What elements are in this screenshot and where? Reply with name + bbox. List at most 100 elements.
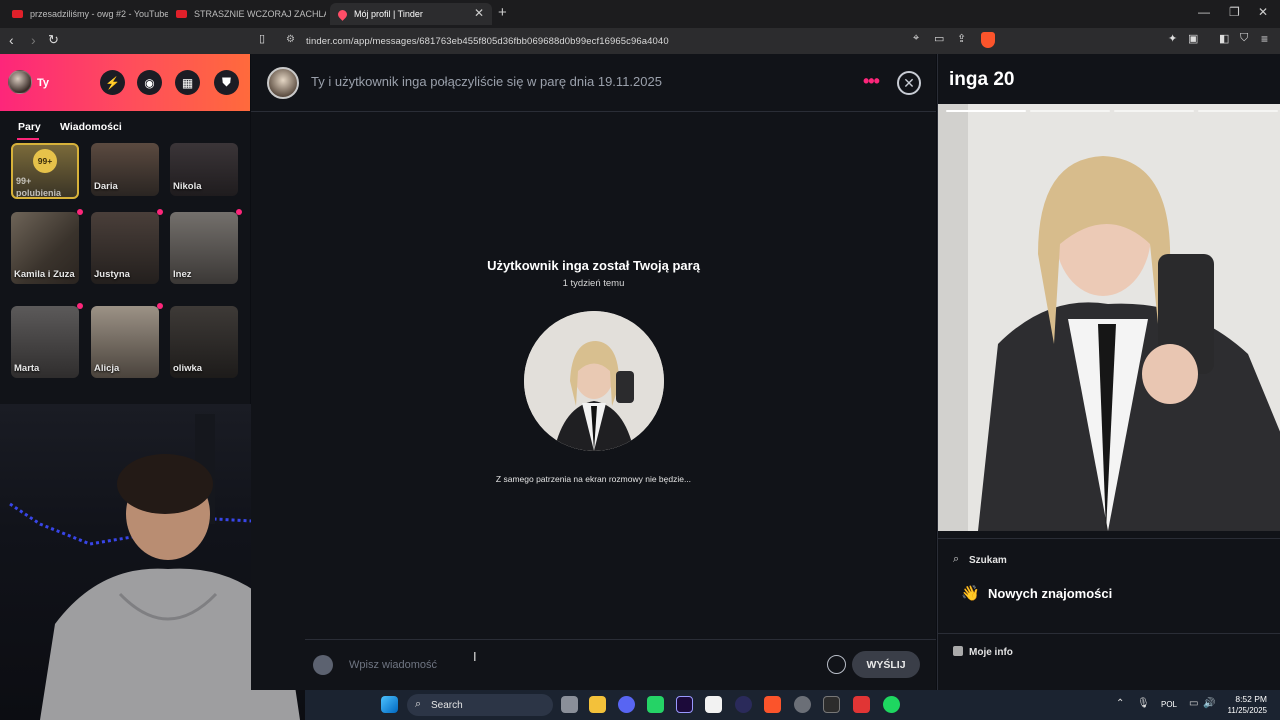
- match-card[interactable]: Inez: [170, 212, 238, 284]
- unread-dot: [236, 209, 242, 215]
- close-window-button[interactable]: ✕: [1258, 5, 1268, 19]
- match-name: Inez: [173, 269, 192, 280]
- spotify-icon[interactable]: [883, 696, 900, 713]
- capcut-icon[interactable]: [705, 696, 722, 713]
- browser-tab-youtube-2[interactable]: STRASZNIE WCZORAJ ZACHLALIŚMY: [168, 3, 326, 25]
- profile-photo[interactable]: [938, 104, 1280, 531]
- match-card[interactable]: Marta: [11, 306, 79, 378]
- gif-icon[interactable]: [313, 655, 333, 675]
- browser-tab-youtube-1[interactable]: przesadziliśmy - owg #2 - YouTube: [4, 3, 168, 25]
- user-label[interactable]: Ty: [37, 77, 49, 89]
- bookmark-icon[interactable]: ▯: [259, 32, 265, 45]
- forward-button[interactable]: ›: [31, 32, 36, 48]
- tab-title: przesadziliśmy - owg #2 - YouTube: [30, 9, 168, 19]
- briefcase-icon[interactable]: ▦: [175, 70, 200, 95]
- clock-date[interactable]: 11/25/2025: [1211, 706, 1267, 715]
- new-tab-button[interactable]: +: [498, 4, 507, 21]
- menu-icon[interactable]: ≡: [1261, 32, 1268, 46]
- task-view-icon[interactable]: [561, 696, 578, 713]
- steam-icon[interactable]: [794, 696, 811, 713]
- site-settings-icon[interactable]: ⚙: [286, 34, 295, 45]
- youtube-icon: [176, 10, 187, 18]
- match-name: Alicja: [94, 363, 120, 374]
- terminal-icon[interactable]: [823, 696, 840, 713]
- emoji-icon[interactable]: [827, 655, 846, 674]
- tab-wiadomosci[interactable]: Wiadomości: [60, 121, 122, 133]
- explore-icon[interactable]: ◉: [137, 70, 162, 95]
- taskbar-search-label: Search: [431, 699, 463, 711]
- chat-panel: Ty i użytkownik inga połączyliście się w…: [251, 54, 936, 690]
- boost-icon[interactable]: ⚡: [100, 70, 125, 95]
- brave-shields-icon[interactable]: [981, 32, 995, 48]
- clock-time[interactable]: 8:52 PM: [1227, 694, 1267, 704]
- file-explorer-icon[interactable]: [589, 696, 606, 713]
- unread-dot: [157, 303, 163, 309]
- close-tab-icon[interactable]: ✕: [474, 6, 484, 20]
- chat-hint: Z samego patrzenia na ekran rozmowy nie …: [495, 474, 692, 484]
- network-icon[interactable]: ▭: [1189, 698, 1198, 709]
- message-composer: WYŚLIJ: [305, 639, 936, 690]
- send-button[interactable]: WYŚLIJ: [852, 651, 920, 678]
- tab-title: Mój profil | Tinder: [354, 9, 423, 19]
- unread-dot: [77, 303, 83, 309]
- unread-dot: [157, 209, 163, 215]
- wallet-icon[interactable]: ▣: [1188, 32, 1198, 45]
- tray-chevron-icon[interactable]: ⌃: [1116, 698, 1124, 709]
- match-photo[interactable]: [524, 311, 664, 451]
- language-indicator[interactable]: POL: [1161, 700, 1177, 709]
- match-avatar[interactable]: [267, 67, 299, 99]
- tab-title: STRASZNIE WCZORAJ ZACHLALIŚMY: [194, 9, 326, 19]
- unread-dot: [77, 209, 83, 215]
- extensions-icon[interactable]: ✦: [1168, 32, 1177, 45]
- minimize-button[interactable]: —: [1198, 5, 1210, 19]
- back-button[interactable]: ‹: [9, 32, 14, 48]
- match-card[interactable]: Kamila i Zuza: [11, 212, 79, 284]
- likes-label: 99+ polubienia: [16, 176, 61, 198]
- cast-icon[interactable]: ▭: [934, 32, 944, 45]
- taskbar: ⌕ Search ⌃ 🎙 POL ▭ 🔊 8:52 PM 11/25/2025: [305, 690, 1280, 720]
- match-card[interactable]: Justyna: [91, 212, 159, 284]
- search-icon: ⌕: [953, 553, 960, 565]
- reload-button[interactable]: ↻: [48, 32, 59, 48]
- profile-panel: inga 20 ⌕ Szukam 👋 Nowych znajomości Moj…: [937, 54, 1280, 690]
- match-name: Daria: [94, 181, 118, 192]
- restore-button[interactable]: ❐: [1229, 5, 1240, 19]
- location-icon[interactable]: ⌖: [913, 32, 919, 45]
- address-bar[interactable]: ⚙ tinder.com/app/messages/681763eb455f80…: [278, 31, 1000, 51]
- match-card[interactable]: Daria: [91, 143, 159, 196]
- close-chat-button[interactable]: ✕: [897, 71, 921, 95]
- active-tab-indicator: [17, 138, 39, 140]
- likes-card[interactable]: 99+ 99+ polubienia: [11, 143, 79, 199]
- shield-icon[interactable]: ⛊: [214, 70, 239, 95]
- microphone-icon[interactable]: 🎙: [1137, 698, 1150, 709]
- youtube-icon: [12, 10, 23, 18]
- my-info-label: Moje info: [969, 647, 1013, 658]
- more-options-icon[interactable]: •••: [863, 71, 880, 92]
- looking-for-value: Nowych znajomości: [988, 586, 1113, 601]
- match-card[interactable]: oliwka: [170, 306, 238, 378]
- profile-header: Ty ⚡ ◉ ▦ ⛊: [0, 54, 250, 111]
- premiere-pro-icon[interactable]: [676, 696, 693, 713]
- avatar[interactable]: [8, 70, 32, 94]
- discord-icon[interactable]: [618, 696, 635, 713]
- profile-name: inga 20: [949, 69, 1015, 90]
- photo-indicator: [1114, 110, 1194, 112]
- id-card-icon: [953, 646, 963, 656]
- looking-for-label: Szukam: [969, 555, 1007, 566]
- whatsapp-icon[interactable]: [647, 696, 664, 713]
- vpn-icon[interactable]: ⛉: [1240, 32, 1248, 45]
- matches-panel: Ty ⚡ ◉ ▦ ⛊ Pary Wiadomości 99+ 99+ polub…: [0, 54, 250, 404]
- browser-tab-tinder[interactable]: Mój profil | Tinder ✕: [330, 3, 492, 25]
- obs-icon[interactable]: [735, 696, 752, 713]
- sidebar-toggle-icon[interactable]: ◧: [1219, 32, 1229, 45]
- taskbar-search[interactable]: ⌕ Search: [407, 694, 553, 716]
- tab-pary[interactable]: Pary: [18, 121, 41, 133]
- match-card[interactable]: Nikola: [170, 143, 238, 196]
- brave-browser-icon[interactable]: [764, 696, 781, 713]
- share-icon[interactable]: ⇪: [957, 32, 966, 45]
- match-card[interactable]: Alicja: [91, 306, 159, 378]
- recorder-icon[interactable]: [853, 696, 870, 713]
- windows-start-icon[interactable]: [381, 696, 398, 713]
- url-text: tinder.com/app/messages/681763eb455f805d…: [306, 35, 669, 47]
- message-input[interactable]: [349, 652, 769, 678]
